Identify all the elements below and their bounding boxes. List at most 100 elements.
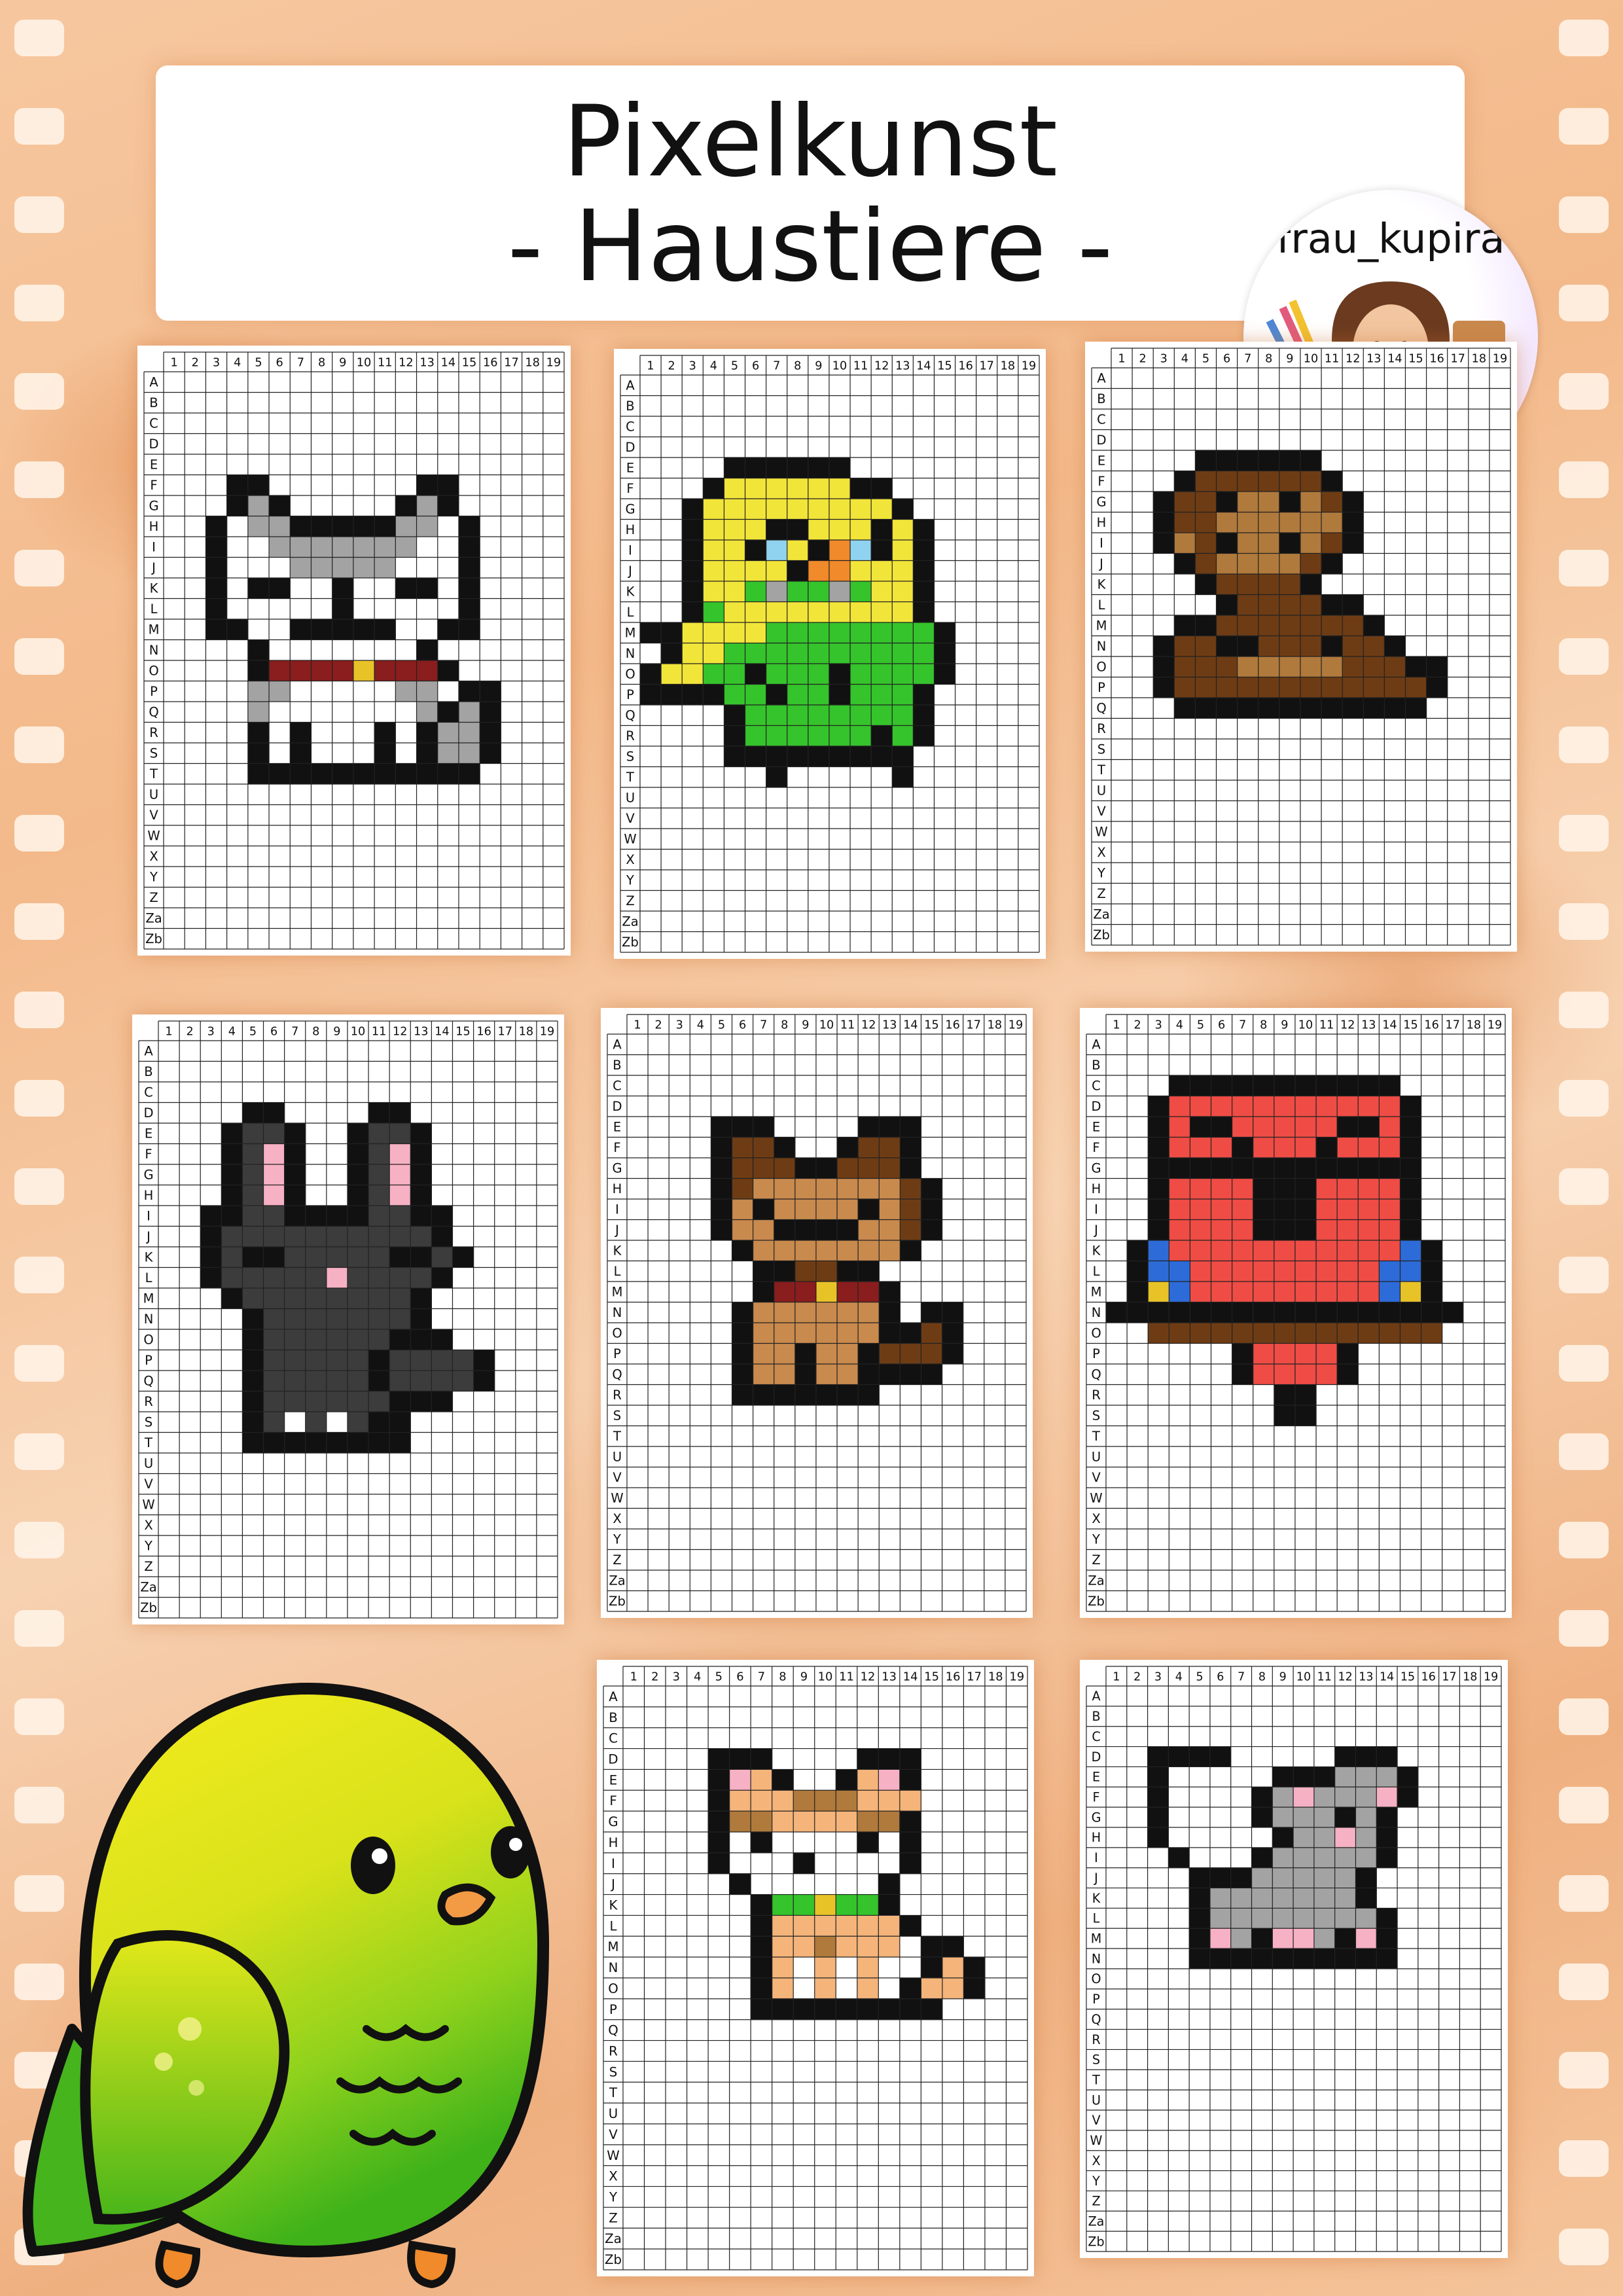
pixel-cell <box>1355 1847 1377 1869</box>
pixel-cell <box>326 1267 348 1289</box>
pixel-cell <box>732 1343 754 1365</box>
pixel-cell <box>1316 1178 1338 1200</box>
pixel-cell <box>878 1998 901 2020</box>
row-label: P <box>150 684 158 699</box>
pixel-cell <box>1230 1867 1253 1889</box>
pixel-cell <box>1253 1323 1275 1344</box>
pixel-cell <box>1258 533 1280 554</box>
pixel-cell <box>1300 698 1322 719</box>
pixel-cell <box>1379 1137 1400 1158</box>
column-label: 5 <box>1202 353 1209 366</box>
pixel-cell <box>480 722 501 744</box>
pixel-cell <box>899 1998 921 2020</box>
column-label: 2 <box>668 360 675 373</box>
row-label: Z <box>144 1559 152 1574</box>
pixel-cell <box>458 743 480 764</box>
pixel-cell <box>1313 1847 1336 1869</box>
column-label: 19 <box>1484 1671 1498 1684</box>
pixel-cell <box>305 1308 327 1330</box>
pixel-cell <box>1379 1075 1400 1096</box>
column-label: 5 <box>731 360 738 373</box>
column-label: 17 <box>1446 1019 1460 1032</box>
pixel-cell <box>892 560 914 582</box>
pixel-cell <box>921 1219 943 1241</box>
pixel-cell <box>347 1247 369 1268</box>
pixel-cell <box>703 643 724 664</box>
pixel-cell <box>772 1894 794 1916</box>
column-label: 17 <box>1451 353 1465 366</box>
pixel-cell <box>1211 1240 1233 1261</box>
row-label: M <box>1091 1931 1102 1946</box>
pixel-cell <box>729 1790 751 1812</box>
pixel-cell <box>1232 1302 1254 1323</box>
pixel-cell <box>808 478 830 499</box>
row-label: L <box>614 1264 621 1279</box>
pixel-cell <box>1237 533 1259 554</box>
pixel-cell <box>1355 1807 1377 1828</box>
pixel-cell <box>263 1164 285 1185</box>
column-label: 8 <box>318 357 325 370</box>
pixel-cell <box>815 1219 838 1241</box>
pixel-cell <box>1294 1219 1317 1241</box>
column-label: 16 <box>1429 353 1444 366</box>
pixel-cell <box>1300 471 1322 492</box>
row-label: Za <box>1093 907 1109 922</box>
pixel-cell <box>751 1852 773 1874</box>
pixel-cell <box>1355 1867 1377 1889</box>
pixel-cell <box>1400 1137 1422 1158</box>
pixel-cell <box>1251 1888 1273 1909</box>
column-label: 10 <box>832 360 847 373</box>
pixel-cell <box>1334 1948 1356 1969</box>
pixel-cell <box>347 1329 369 1350</box>
pixel-cell <box>1405 698 1427 719</box>
pixel-cell <box>1279 594 1301 616</box>
pixel-cell <box>416 660 438 681</box>
pixel-cell <box>263 1185 285 1206</box>
pixel-cell <box>437 495 459 516</box>
pixel-cell <box>942 1323 964 1344</box>
pixel-cell <box>1334 1888 1356 1909</box>
pixel-cell <box>753 1323 775 1344</box>
pixel-cell <box>263 1267 285 1289</box>
pixel-cell <box>1237 471 1259 492</box>
pixel-cell <box>1313 1908 1336 1929</box>
pixel-cell <box>326 1412 348 1433</box>
row-label: Za <box>622 914 638 929</box>
pixel-cell <box>1337 1282 1359 1302</box>
pixel-cell <box>1358 1096 1380 1117</box>
pixel-cell <box>1190 1137 1212 1158</box>
column-label: 6 <box>1218 1019 1225 1032</box>
pixel-cell <box>892 746 914 767</box>
pixel-cell <box>815 1282 838 1302</box>
pixel-cell <box>815 1178 838 1200</box>
pixel-cell <box>1421 1302 1443 1323</box>
pixel-cell <box>269 681 291 702</box>
pixel-cell <box>368 1371 390 1391</box>
pixel-cell <box>1253 1219 1275 1241</box>
pixel-cell <box>1147 1767 1169 1787</box>
pixel-cell <box>1279 492 1301 512</box>
pixel-cell <box>724 725 746 747</box>
pixel-cell <box>1279 533 1301 554</box>
pixel-cell <box>389 1247 411 1268</box>
pixel-cell <box>858 1364 880 1385</box>
pixel-cell <box>1279 450 1301 471</box>
pixel-cell <box>247 495 270 516</box>
pixel-cell <box>703 622 724 643</box>
pixel-cell <box>942 1302 964 1323</box>
column-label: 1 <box>170 357 177 370</box>
pixel-cell <box>1334 1807 1356 1828</box>
column-label: 12 <box>861 1019 876 1032</box>
row-label: U <box>1092 1450 1101 1465</box>
pixel-cell <box>1189 1746 1211 1767</box>
pixel-cell <box>353 557 375 579</box>
pixel-cell <box>1189 1908 1211 1929</box>
pixel-cell <box>766 643 788 664</box>
column-label: 2 <box>651 1670 658 1684</box>
row-label: U <box>1092 2092 1101 2108</box>
pixel-cell <box>703 560 724 582</box>
row-label: G <box>149 499 158 514</box>
pixel-cell <box>871 560 893 582</box>
row-label: R <box>149 725 158 740</box>
row-label: Zb <box>622 935 639 950</box>
